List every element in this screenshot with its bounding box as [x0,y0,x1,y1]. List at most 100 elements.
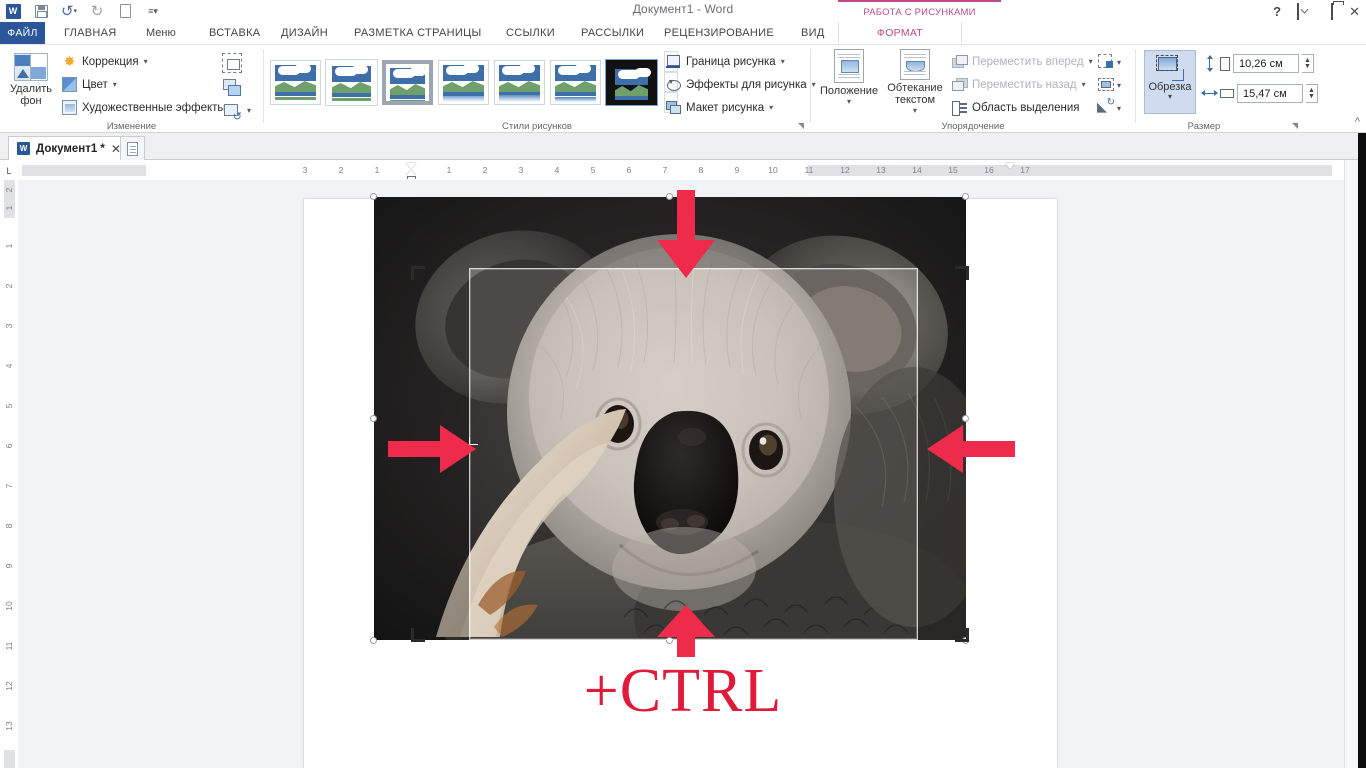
selection-handle-tl[interactable] [370,193,377,200]
group-label-adjust: Изменение [106,121,157,132]
color-button[interactable]: Цвет ▾ [62,77,117,92]
help-icon[interactable]: ? [1273,5,1281,18]
picture-effects-button[interactable]: Эффекты для рисунка ▾ [666,77,816,92]
height-icon [1202,55,1217,72]
right-indent-marker[interactable] [1005,163,1015,169]
picture-style-thumb-selected[interactable] [606,59,657,105]
ruler-number: 6 [626,165,632,175]
first-line-indent-marker[interactable] [406,163,416,169]
vertical-scrollbar[interactable] [1344,160,1358,768]
remove-background-button[interactable]: Удалить фон [5,49,57,117]
tab-home[interactable]: ГЛАВНАЯ [55,22,126,45]
height-spinner[interactable]: ▲ ▼ [1302,54,1314,73]
picture-border-icon [666,54,681,69]
picture-style-thumb[interactable] [270,59,321,105]
rotate-icon[interactable] [1097,97,1115,116]
vruler-number: 13 [4,721,14,731]
selection-handle-ml[interactable] [370,415,377,422]
chevron-down-icon[interactable]: ▾ [1117,104,1121,113]
new-document-tab-button[interactable] [120,136,145,160]
send-backward-button[interactable]: Переместить назад ▾ [952,77,1086,92]
ruler-number: 16 [984,165,994,175]
vruler-number: 4 [4,363,14,369]
width-spinner[interactable]: ▲ ▼ [1306,84,1318,103]
ruler-margin-left [22,165,146,176]
shape-height-field[interactable]: 10,26 см ▲ ▼ [1202,54,1314,73]
selection-pane-icon [952,100,967,116]
selection-handle-br[interactable] [962,637,969,644]
tab-file[interactable]: ФАЙЛ [0,22,45,45]
corrections-button[interactable]: Коррекция ▾ [62,54,148,69]
tab-design[interactable]: ДИЗАЙН [272,22,337,45]
selection-pane-label: Область выделения [972,101,1080,114]
wrap-text-icon [900,49,930,80]
ruler-number: 7 [662,165,668,175]
wrap-text-button[interactable]: Обтекание текстом ▾ [883,49,947,115]
group-label-picture-styles: Стили рисунков [502,121,572,132]
remove-background-label: Удалить фон [10,83,52,107]
chevron-down-icon[interactable]: ▾ [1117,58,1121,67]
arrow-down-icon [657,190,715,278]
picture-style-thumb[interactable] [550,59,601,105]
picture-style-thumb[interactable] [438,59,489,105]
change-picture-icon[interactable] [222,77,242,97]
chevron-down-icon: ▾ [143,57,148,66]
tab-review[interactable]: РЕЦЕНЗИРОВАНИЕ [655,22,783,45]
artistic-effects-button[interactable]: Художественные эффекты ▾ [62,100,235,115]
arrow-up-bottom [655,605,717,657]
picture-styles-gallery[interactable] [270,51,657,113]
picture-layout-button[interactable]: Макет рисунка ▾ [666,100,773,115]
reset-picture-icon[interactable] [222,101,242,123]
ribbon-group-adjust: Удалить фон Коррекция ▾ Цвет ▾ Художеств… [0,45,263,133]
ruler-number: 9 [734,165,740,175]
tab-page-layout[interactable]: РАЗМЕТКА СТРАНИЦЫ [345,22,491,45]
align-icon[interactable] [1097,53,1114,70]
horizontal-ruler[interactable]: 3 2 1 1 2 3 4 5 6 7 8 9 10 11 12 13 14 1… [22,162,1332,179]
tab-menu[interactable]: Меню [137,22,185,45]
ruler-number: 13 [876,165,886,175]
corrections-label: Коррекция [82,55,139,68]
picture-effects-label: Эффекты для рисунка [686,78,807,91]
selection-handle-tr[interactable] [962,193,969,200]
tab-view[interactable]: ВИД [792,22,834,45]
picture-style-thumb[interactable] [325,58,378,106]
picture-style-thumb[interactable] [494,59,545,105]
artistic-effects-icon [62,100,77,115]
crop-button[interactable]: Обрезка ▾ [1144,50,1196,114]
word-window: W ↺ ▾ ↻ ≡▾ Документ1 - Word РАБОТА С РИСУ… [0,0,1366,768]
arrow-right-icon [388,425,476,473]
picture-border-button[interactable]: Граница рисунка ▾ [666,54,785,69]
selection-pane-button[interactable]: Область выделения [952,100,1080,116]
tab-mailings[interactable]: РАССЫЛКИ [572,22,653,45]
collapse-ribbon-icon[interactable]: ^ [1355,116,1360,128]
shape-height-input[interactable]: 10,26 см [1233,54,1299,73]
close-button[interactable]: ✕ [1349,5,1360,18]
shape-width-input[interactable]: 15,47 см [1237,84,1303,103]
compress-pictures-icon[interactable] [222,53,242,73]
chevron-down-icon[interactable]: ▾ [1117,81,1121,90]
ruler-number: 2 [482,165,488,175]
chevron-down-icon: ▾ [1088,57,1093,66]
selection-handle-bl[interactable] [370,637,377,644]
title-bar: W ↺ ▾ ↻ ≡▾ Документ1 - Word РАБОТА С РИСУ… [0,0,1366,22]
left-indent-marker[interactable] [407,176,416,179]
bring-forward-button[interactable]: Переместить вперед ▾ [952,54,1093,69]
tab-references[interactable]: ССЫЛКИ [497,22,564,45]
document-tab[interactable]: W Документ1 * ✕ [8,136,130,160]
crop-icon [1156,55,1184,81]
contextual-tab-group-label: РАБОТА С РИСУНКАМИ [838,0,1001,22]
tab-stop-selector[interactable]: L [0,163,18,179]
ruler-number: 17 [1020,165,1030,175]
vruler-number: 10 [4,601,14,611]
shape-width-field[interactable]: 15,47 см ▲ ▼ [1201,84,1318,103]
chevron-down-icon[interactable]: ▾ [247,106,251,115]
position-button[interactable]: Положение ▾ [820,49,878,115]
group-icon[interactable] [1097,76,1114,93]
picture-style-thumb[interactable] [382,59,433,105]
tab-insert[interactable]: ВСТАВКА [200,22,269,45]
ribbon-display-options-icon[interactable] [1297,2,1300,20]
restore-button[interactable] [1331,2,1334,20]
tab-format[interactable]: ФОРМАТ [838,22,962,45]
picture-layout-icon [666,100,681,115]
selection-handle-mr[interactable] [962,415,969,422]
